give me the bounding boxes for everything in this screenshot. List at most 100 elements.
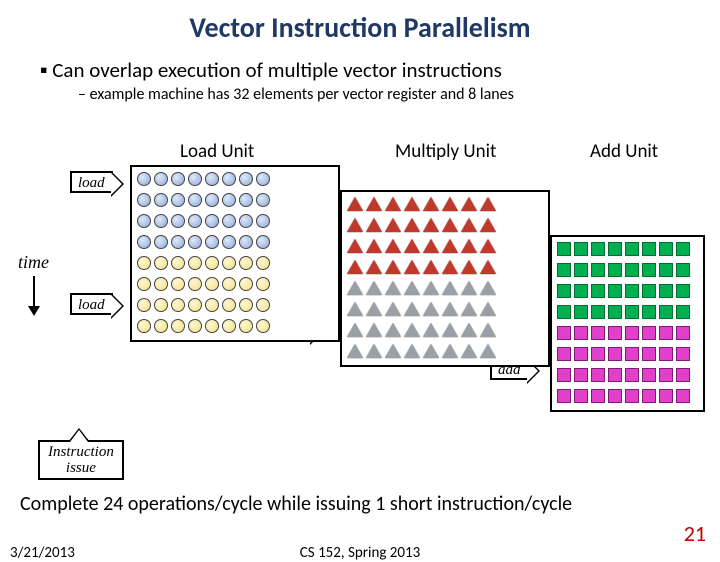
- mul-lane-marker: [347, 302, 363, 316]
- load-lane-marker: [137, 172, 151, 186]
- add-lane-marker: [625, 326, 639, 340]
- mul-lane-marker: [423, 302, 439, 316]
- mul-lane-marker: [461, 197, 477, 211]
- mul-lane-marker: [347, 344, 363, 358]
- add-lane-marker: [608, 305, 622, 319]
- multiply-unit-header: Multiply Unit: [395, 140, 496, 163]
- load-lane-marker: [188, 256, 202, 270]
- mul-lane-marker: [347, 260, 363, 274]
- load-lane-marker: [188, 298, 202, 312]
- load-lane-marker: [256, 214, 270, 228]
- add-lane-marker: [659, 263, 673, 277]
- add-lane-marker: [642, 368, 656, 382]
- load-lane-marker: [171, 235, 185, 249]
- mul-lane-marker: [480, 302, 496, 316]
- add-lane-marker: [625, 242, 639, 256]
- mul-lane-marker: [423, 218, 439, 232]
- mul-lane-marker: [347, 239, 363, 253]
- conclusion-text: Complete 24 operations/cycle while issui…: [20, 492, 572, 516]
- mul-lane-marker: [480, 323, 496, 337]
- load-lane-marker: [154, 319, 168, 333]
- mul-lane-marker: [366, 344, 382, 358]
- add-lane-marker: [574, 242, 588, 256]
- add-lane-marker: [557, 389, 571, 403]
- mul-lane-marker: [366, 323, 382, 337]
- add-lane-marker: [676, 326, 690, 340]
- load-lane-marker: [137, 319, 151, 333]
- load-lane-marker: [239, 298, 253, 312]
- load-lane-marker: [222, 193, 236, 207]
- load-lane-marker: [137, 214, 151, 228]
- mul-lane-marker: [423, 281, 439, 295]
- mul-lane-marker: [404, 260, 420, 274]
- load-lane-marker: [154, 193, 168, 207]
- mul-lane-marker: [385, 323, 401, 337]
- add-lane-marker: [642, 305, 656, 319]
- add-lane-marker: [625, 284, 639, 298]
- add-lane-marker: [642, 242, 656, 256]
- add-lane-marker: [659, 368, 673, 382]
- load-lane-marker: [222, 235, 236, 249]
- time-axis-label: time: [18, 252, 49, 273]
- add-lane-marker: [642, 389, 656, 403]
- load-lane-marker: [205, 235, 219, 249]
- add-lane-marker: [608, 326, 622, 340]
- add-lane-marker: [574, 326, 588, 340]
- mul-lane-marker: [480, 197, 496, 211]
- add-unit-header: Add Unit: [590, 140, 658, 163]
- add-lane-marker: [608, 389, 622, 403]
- mul-lane-marker: [442, 281, 458, 295]
- add-lane-marker: [676, 368, 690, 382]
- load-lane-marker: [171, 172, 185, 186]
- load-lane-marker: [154, 298, 168, 312]
- bullet-level-1: Can overlap execution of multiple vector…: [40, 57, 720, 83]
- load-lane-marker: [239, 277, 253, 291]
- load-op-2: load: [70, 293, 113, 315]
- mul-lane-marker: [404, 302, 420, 316]
- add-lane-marker: [574, 389, 588, 403]
- load-lane-marker: [154, 172, 168, 186]
- load-lane-marker: [256, 277, 270, 291]
- add-lane-marker: [625, 347, 639, 361]
- load-lane-marker: [188, 172, 202, 186]
- add-lane-marker: [642, 284, 656, 298]
- mul-lane-marker: [385, 239, 401, 253]
- add-lane-marker: [574, 347, 588, 361]
- mul-lane-marker: [366, 302, 382, 316]
- load-lane-marker: [239, 256, 253, 270]
- load-lane-marker: [188, 235, 202, 249]
- add-lane-marker: [642, 263, 656, 277]
- mul-lane-marker: [404, 323, 420, 337]
- load-lane-marker: [188, 277, 202, 291]
- load-lane-marker: [256, 235, 270, 249]
- mul-lane-marker: [461, 323, 477, 337]
- load-lane-marker: [256, 256, 270, 270]
- add-lane-marker: [625, 305, 639, 319]
- load-lane-marker: [222, 172, 236, 186]
- mul-lane-marker: [385, 281, 401, 295]
- mul-lane-marker: [347, 323, 363, 337]
- mul-lane-marker: [423, 197, 439, 211]
- load-lane-marker: [171, 298, 185, 312]
- mul-lane-marker: [385, 197, 401, 211]
- add-lane-marker: [557, 284, 571, 298]
- load-lane-marker: [171, 214, 185, 228]
- load-lane-marker: [239, 214, 253, 228]
- add-lane-marker: [591, 242, 605, 256]
- slide-title: Vector Instruction Parallelism: [0, 10, 720, 45]
- footer-course: CS 152, Spring 2013: [300, 544, 420, 562]
- load-lane-marker: [239, 319, 253, 333]
- mul-lane-marker: [442, 302, 458, 316]
- load-lane-marker: [239, 235, 253, 249]
- mul-lane-marker: [480, 281, 496, 295]
- add-lane-marker: [625, 368, 639, 382]
- mul-lane-marker: [347, 281, 363, 295]
- load-lane-marker: [205, 214, 219, 228]
- add-lane-marker: [608, 263, 622, 277]
- load-lane-marker: [171, 319, 185, 333]
- mul-lane-marker: [480, 344, 496, 358]
- load-lane-marker: [171, 277, 185, 291]
- mul-lane-marker: [404, 197, 420, 211]
- mul-lane-marker: [480, 218, 496, 232]
- load-lane-marker: [205, 298, 219, 312]
